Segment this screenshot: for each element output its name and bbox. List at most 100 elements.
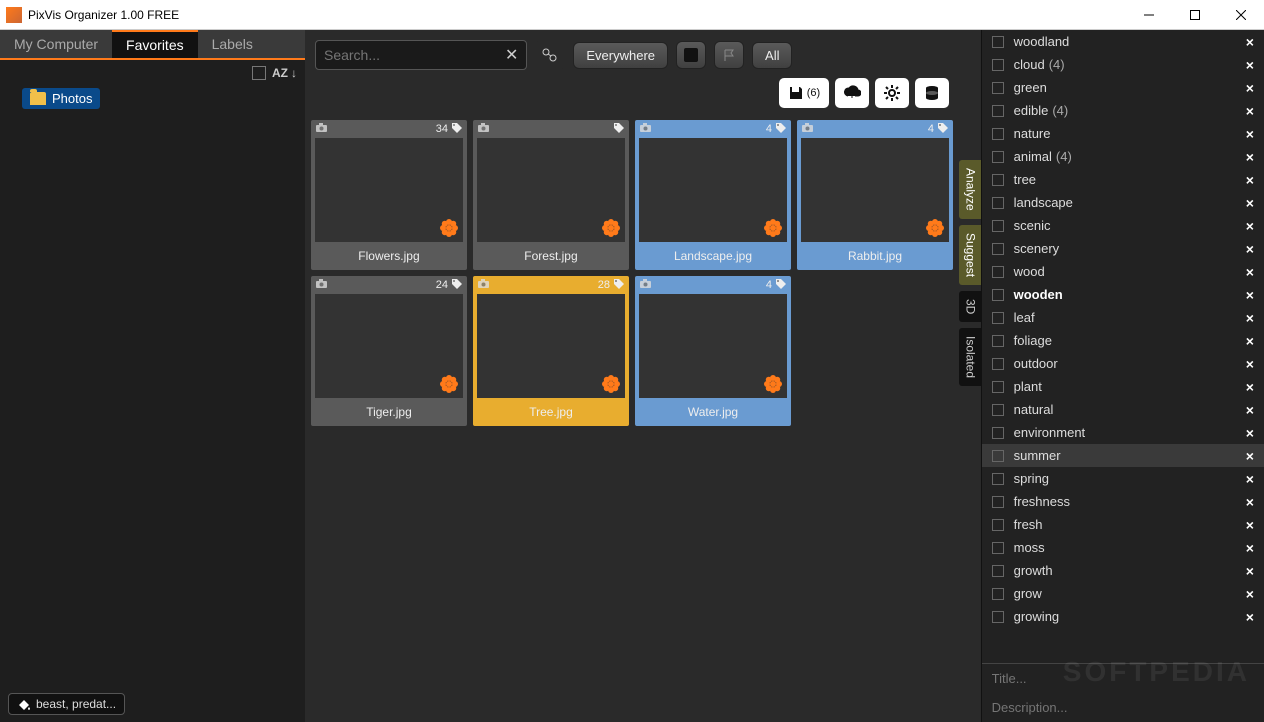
thumbnail-card[interactable]: 28 Tree.jpg [473, 276, 629, 426]
window-close-button[interactable] [1218, 0, 1264, 30]
label-remove-icon[interactable]: × [1246, 57, 1254, 73]
thumbnail-card[interactable]: 4 Landscape.jpg [635, 120, 791, 270]
label-checkbox[interactable] [992, 243, 1004, 255]
thumbnail-card[interactable]: 4 Rabbit.jpg [797, 120, 953, 270]
label-checkbox[interactable] [992, 289, 1004, 301]
filter-everywhere-button[interactable]: Everywhere [573, 42, 668, 69]
label-row[interactable]: nature × [982, 122, 1264, 145]
thumbnail-card[interactable]: 24 Tiger.jpg [311, 276, 467, 426]
settings-button[interactable] [875, 78, 909, 108]
label-checkbox[interactable] [992, 611, 1004, 623]
link-toggle-icon[interactable] [535, 41, 565, 69]
label-remove-icon[interactable]: × [1246, 563, 1254, 579]
thumbnail-card[interactable]: 4 Water.jpg [635, 276, 791, 426]
label-row[interactable]: fresh × [982, 513, 1264, 536]
window-minimize-button[interactable] [1126, 0, 1172, 30]
save-button[interactable]: (6) [779, 78, 829, 108]
label-row[interactable]: cloud (4) × [982, 53, 1264, 76]
label-remove-icon[interactable]: × [1246, 34, 1254, 50]
label-remove-icon[interactable]: × [1246, 333, 1254, 349]
label-remove-icon[interactable]: × [1246, 218, 1254, 234]
label-row[interactable]: grow × [982, 582, 1264, 605]
label-checkbox[interactable] [992, 105, 1004, 117]
label-row[interactable]: leaf × [982, 306, 1264, 329]
label-checkbox[interactable] [992, 174, 1004, 186]
label-row[interactable]: natural × [982, 398, 1264, 421]
label-checkbox[interactable] [992, 565, 1004, 577]
label-row[interactable]: tree × [982, 168, 1264, 191]
label-remove-icon[interactable]: × [1246, 80, 1254, 96]
label-checkbox[interactable] [992, 427, 1004, 439]
thumbnail-card[interactable]: 34 Flowers.jpg [311, 120, 467, 270]
label-checkbox[interactable] [992, 358, 1004, 370]
label-remove-icon[interactable]: × [1246, 586, 1254, 602]
label-row[interactable]: animal (4) × [982, 145, 1264, 168]
side-tab-suggest[interactable]: Suggest [959, 225, 981, 285]
label-row[interactable]: growing × [982, 605, 1264, 628]
database-button[interactable] [915, 78, 949, 108]
left-checkbox[interactable] [252, 66, 266, 80]
label-row[interactable]: environment × [982, 421, 1264, 444]
label-checkbox[interactable] [992, 151, 1004, 163]
label-row[interactable]: freshness × [982, 490, 1264, 513]
upload-button[interactable] [835, 78, 869, 108]
search-input[interactable] [324, 47, 505, 63]
label-remove-icon[interactable]: × [1246, 425, 1254, 441]
sort-az-button[interactable]: AZ ↓ [272, 66, 297, 80]
label-remove-icon[interactable]: × [1246, 471, 1254, 487]
label-remove-icon[interactable]: × [1246, 540, 1254, 556]
label-checkbox[interactable] [992, 450, 1004, 462]
left-tab-my-computer[interactable]: My Computer [0, 30, 112, 58]
side-tab-analyze[interactable]: Analyze [959, 160, 981, 219]
label-checkbox[interactable] [992, 128, 1004, 140]
label-row[interactable]: growth × [982, 559, 1264, 582]
label-remove-icon[interactable]: × [1246, 494, 1254, 510]
label-row[interactable]: spring × [982, 467, 1264, 490]
description-input[interactable] [982, 693, 1264, 722]
label-row[interactable]: woodland × [982, 30, 1264, 53]
label-remove-icon[interactable]: × [1246, 149, 1254, 165]
folder-photos[interactable]: Photos [22, 88, 100, 109]
label-row[interactable]: outdoor × [982, 352, 1264, 375]
label-remove-icon[interactable]: × [1246, 356, 1254, 372]
label-checkbox[interactable] [992, 496, 1004, 508]
label-checkbox[interactable] [992, 36, 1004, 48]
label-remove-icon[interactable]: × [1246, 310, 1254, 326]
label-remove-icon[interactable]: × [1246, 448, 1254, 464]
label-checkbox[interactable] [992, 473, 1004, 485]
label-remove-icon[interactable]: × [1246, 287, 1254, 303]
side-tab-3d[interactable]: 3D [959, 291, 981, 322]
thumbnail-card[interactable]: Forest.jpg [473, 120, 629, 270]
label-row[interactable]: wooden × [982, 283, 1264, 306]
label-row[interactable]: green × [982, 76, 1264, 99]
label-remove-icon[interactable]: × [1246, 103, 1254, 119]
title-input[interactable] [982, 664, 1264, 693]
label-row[interactable]: foliage × [982, 329, 1264, 352]
left-tab-labels[interactable]: Labels [198, 30, 267, 58]
label-row[interactable]: wood × [982, 260, 1264, 283]
label-row[interactable]: summer × [982, 444, 1264, 467]
label-checkbox[interactable] [992, 404, 1004, 416]
label-remove-icon[interactable]: × [1246, 264, 1254, 280]
label-row[interactable]: moss × [982, 536, 1264, 559]
label-checkbox[interactable] [992, 266, 1004, 278]
search-clear-icon[interactable]: ✕ [505, 45, 518, 65]
filter-flag-button[interactable] [714, 41, 744, 69]
label-remove-icon[interactable]: × [1246, 609, 1254, 625]
label-remove-icon[interactable]: × [1246, 241, 1254, 257]
label-row[interactable]: plant × [982, 375, 1264, 398]
label-checkbox[interactable] [992, 197, 1004, 209]
side-tab-isolated[interactable]: Isolated [959, 328, 981, 386]
label-row[interactable]: edible (4) × [982, 99, 1264, 122]
window-maximize-button[interactable] [1172, 0, 1218, 30]
label-checkbox[interactable] [992, 59, 1004, 71]
label-checkbox[interactable] [992, 220, 1004, 232]
label-checkbox[interactable] [992, 335, 1004, 347]
label-row[interactable]: landscape × [982, 191, 1264, 214]
label-remove-icon[interactable]: × [1246, 195, 1254, 211]
label-remove-icon[interactable]: × [1246, 517, 1254, 533]
filter-color-button[interactable] [676, 41, 706, 69]
label-row[interactable]: scenic × [982, 214, 1264, 237]
bottom-tag-chip[interactable]: beast, predat... [8, 693, 125, 715]
label-remove-icon[interactable]: × [1246, 126, 1254, 142]
